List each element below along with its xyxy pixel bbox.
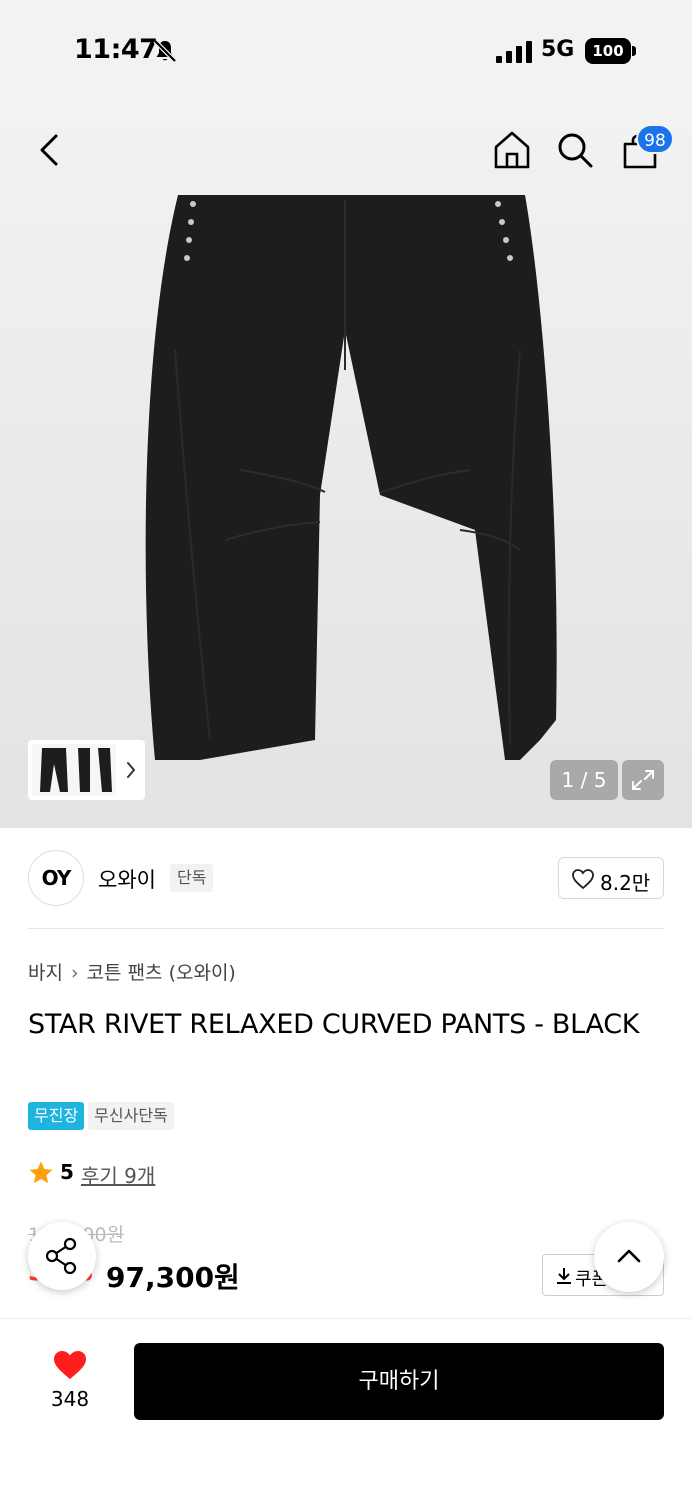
heart-outline-icon (572, 869, 594, 890)
chevron-right-icon (127, 762, 136, 778)
product-title: STAR RIVET RELAXED CURVED PANTS - BLACK (28, 1009, 640, 1040)
tag-musinsa-exclusive: 무신사단독 (88, 1102, 174, 1130)
brand-logo[interactable]: OY (28, 850, 84, 906)
signal-icon (496, 41, 532, 63)
image-counter: 1 / 5 (550, 760, 618, 800)
breadcrumb-item[interactable]: 코튼 팬츠 (오와이) (87, 962, 236, 984)
search-icon[interactable] (555, 130, 595, 170)
network-type: 5G (541, 37, 575, 62)
buy-button[interactable]: 구매하기 (134, 1343, 664, 1420)
brand-name[interactable]: 오와이 (98, 864, 156, 894)
bottom-action-bar: 348 구매하기 (0, 1318, 692, 1500)
scroll-to-top-button[interactable] (594, 1222, 664, 1292)
download-icon (557, 1268, 571, 1284)
sale-price: 97,300원 (106, 1261, 240, 1294)
product-image-gallery[interactable]: 1 / 5 (0, 100, 692, 828)
share-icon (45, 1237, 77, 1275)
cart-count-badge: 98 (636, 124, 674, 154)
wish-count: 348 (50, 1387, 90, 1411)
chevron-right-icon: › (70, 962, 79, 984)
status-time: 11:47 (74, 34, 158, 65)
home-icon[interactable] (490, 128, 534, 172)
star-icon (29, 1161, 53, 1184)
battery-icon: 100 (585, 38, 637, 64)
status-bar: 11:47 5G 100 (0, 0, 692, 100)
breadcrumb-item[interactable]: 바지 (28, 962, 63, 984)
rating-value: 5 (60, 1160, 74, 1184)
brand-exclusive-tag: 단독 (170, 864, 214, 892)
tag-mujinjang: 무진장 (28, 1102, 85, 1130)
battery-level: 100 (585, 38, 631, 64)
brand-row: OY 오와이 단독 8.2만 (28, 850, 664, 908)
bell-muted-icon (153, 39, 177, 63)
divider (28, 928, 664, 929)
expand-icon[interactable] (622, 760, 664, 800)
heart-filled-icon[interactable] (52, 1349, 88, 1381)
back-arrow-icon[interactable] (30, 130, 70, 170)
review-link[interactable]: 후기 9개 (81, 1160, 155, 1189)
product-tags: 무진장 무신사단독 (28, 1102, 178, 1130)
product-image (145, 195, 557, 760)
chevron-up-icon (617, 1249, 641, 1263)
brand-like-count: 8.2만 (600, 871, 651, 895)
brand-like-button[interactable]: 8.2만 (558, 857, 664, 899)
thumbnail-image (32, 744, 116, 796)
breadcrumb: 바지 › 코튼 팬츠 (오와이) (28, 958, 236, 985)
thumbnail-strip[interactable] (28, 740, 145, 800)
share-button[interactable] (28, 1222, 96, 1290)
